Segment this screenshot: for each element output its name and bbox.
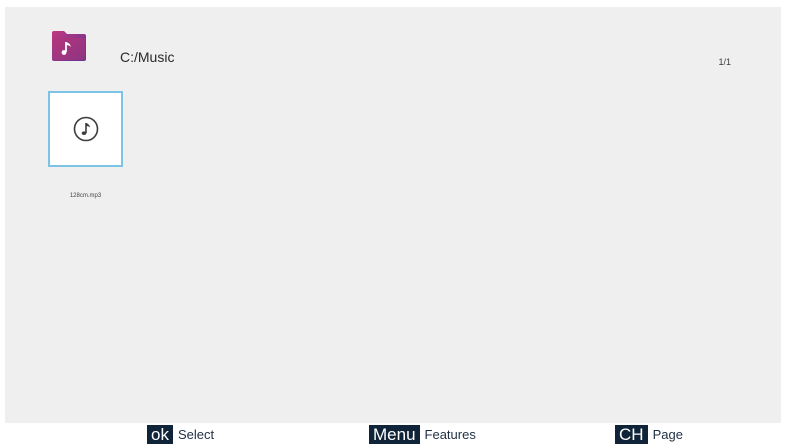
footer-hints: ok Select Menu Features CH Page xyxy=(0,423,786,445)
file-name-label: 128cm.mp3 xyxy=(69,193,102,199)
hint-menu: Menu Features xyxy=(369,425,476,444)
ch-key: CH xyxy=(615,425,648,444)
media-browser-screen: C:/Music 1/1 128cm.mp3 xyxy=(5,7,781,423)
hint-ok: ok Select xyxy=(147,425,214,444)
hint-ch: CH Page xyxy=(615,425,683,444)
menu-label: Features xyxy=(424,427,476,442)
music-note-icon xyxy=(73,116,98,142)
page-indicator: 1/1 xyxy=(718,57,731,67)
file-tile[interactable] xyxy=(48,91,123,167)
ch-label: Page xyxy=(652,427,683,442)
menu-key: Menu xyxy=(369,425,420,444)
music-folder-icon xyxy=(52,31,86,61)
ok-key: ok xyxy=(147,425,173,444)
current-path: C:/Music xyxy=(120,49,175,65)
ok-label: Select xyxy=(177,427,215,442)
